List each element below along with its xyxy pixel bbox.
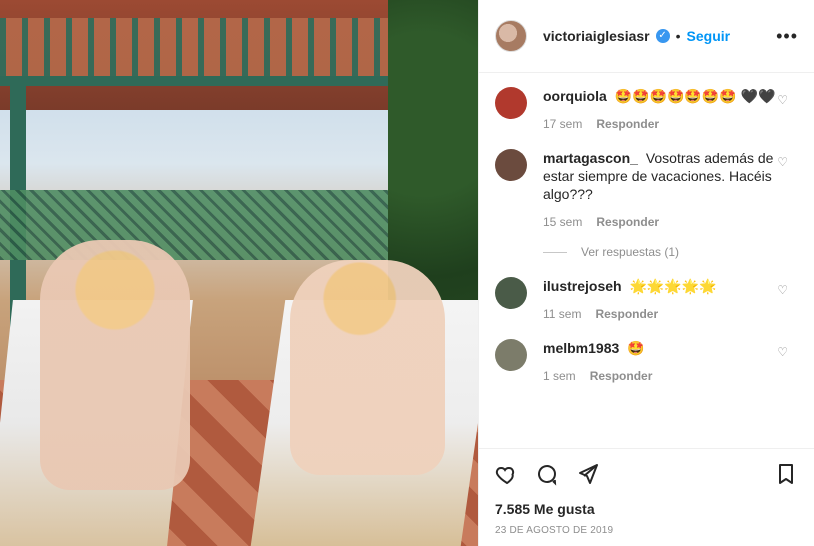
comment-like-icon[interactable]: ♡	[777, 283, 788, 297]
post-photo[interactable]	[0, 0, 478, 546]
photo-person-left	[40, 240, 190, 490]
post-sidebar: victoriaiglesiasr ✓ • Seguir ••• oorquio…	[478, 0, 814, 546]
instagram-post: victoriaiglesiasr ✓ • Seguir ••• oorquio…	[0, 0, 814, 546]
comment-avatar[interactable]	[495, 149, 527, 181]
reply-button[interactable]: Responder	[590, 367, 653, 385]
verified-icon: ✓	[655, 29, 670, 43]
comment-time[interactable]: 1 sem	[543, 367, 576, 385]
comment-item: martagascon_ Vosotras además de estar si…	[495, 149, 798, 231]
action-icons	[495, 461, 798, 491]
reply-button[interactable]: Responder	[596, 213, 659, 231]
view-replies[interactable]: Ver respuestas (1)	[543, 245, 798, 259]
comment-like-icon[interactable]: ♡	[777, 93, 788, 107]
comment-avatar[interactable]	[495, 277, 527, 309]
more-icon[interactable]: •••	[776, 26, 798, 47]
comment-time[interactable]: 17 sem	[543, 115, 582, 133]
view-replies-label[interactable]: Ver respuestas (1)	[581, 245, 679, 259]
comment-like-icon[interactable]: ♡	[777, 345, 788, 359]
comment-text: 🤩🤩🤩🤩🤩🤩🤩 🖤🖤	[614, 88, 776, 104]
post-header: victoriaiglesiasr ✓ • Seguir •••	[479, 0, 814, 73]
comment-item: melbm1983 🤩 1 sem Responder ♡	[495, 339, 798, 385]
comment-time[interactable]: 11 sem	[543, 305, 581, 323]
separator-dot: •	[675, 28, 681, 44]
likes-count[interactable]: 7.585 Me gusta	[495, 501, 798, 517]
post-actions: 7.585 Me gusta 23 DE AGOSTO DE 2019	[479, 448, 814, 546]
comment-username[interactable]: oorquiola	[543, 88, 607, 104]
comment-text: 🤩	[627, 340, 645, 356]
comment-avatar[interactable]	[495, 339, 527, 371]
comment-like-icon[interactable]: ♡	[777, 155, 788, 169]
comment-username[interactable]: ilustrejoseh	[543, 278, 622, 294]
comment-item: oorquiola 🤩🤩🤩🤩🤩🤩🤩 🖤🖤 17 sem Responder ♡	[495, 87, 798, 133]
comment-body: martagascon_ Vosotras además de estar si…	[543, 149, 798, 231]
comment-item: ilustrejoseh 🌟🌟🌟🌟🌟 11 sem Responder ♡	[495, 277, 798, 323]
comment-meta: 15 sem Responder	[543, 213, 798, 231]
comment-time[interactable]: 15 sem	[543, 213, 582, 231]
reply-button[interactable]: Responder	[596, 115, 659, 133]
comment-icon[interactable]	[535, 462, 559, 491]
comments-list: oorquiola 🤩🤩🤩🤩🤩🤩🤩 🖤🖤 17 sem Responder ♡ …	[479, 73, 814, 448]
post-date[interactable]: 23 DE AGOSTO DE 2019	[495, 525, 798, 536]
heart-icon[interactable]	[495, 462, 519, 491]
comment-meta: 17 sem Responder	[543, 115, 798, 133]
comment-body: oorquiola 🤩🤩🤩🤩🤩🤩🤩 🖤🖤 17 sem Responder	[543, 87, 798, 133]
photo-person-right	[290, 260, 445, 475]
comment-username[interactable]: melbm1983	[543, 340, 619, 356]
comment-meta: 1 sem Responder	[543, 367, 798, 385]
bookmark-icon[interactable]	[774, 462, 798, 491]
author-username[interactable]: victoriaiglesiasr	[543, 28, 650, 44]
comment-text: 🌟🌟🌟🌟🌟	[629, 278, 717, 294]
author-avatar[interactable]	[495, 20, 527, 52]
reply-button[interactable]: Responder	[595, 305, 658, 323]
comment-username[interactable]: martagascon_	[543, 150, 638, 166]
comment-body: ilustrejoseh 🌟🌟🌟🌟🌟 11 sem Responder	[543, 277, 798, 323]
share-icon[interactable]	[575, 462, 599, 491]
comment-meta: 11 sem Responder	[543, 305, 798, 323]
follow-button[interactable]: Seguir	[687, 28, 731, 44]
view-replies-line	[543, 251, 567, 253]
comment-avatar[interactable]	[495, 87, 527, 119]
comment-body: melbm1983 🤩 1 sem Responder	[543, 339, 798, 385]
